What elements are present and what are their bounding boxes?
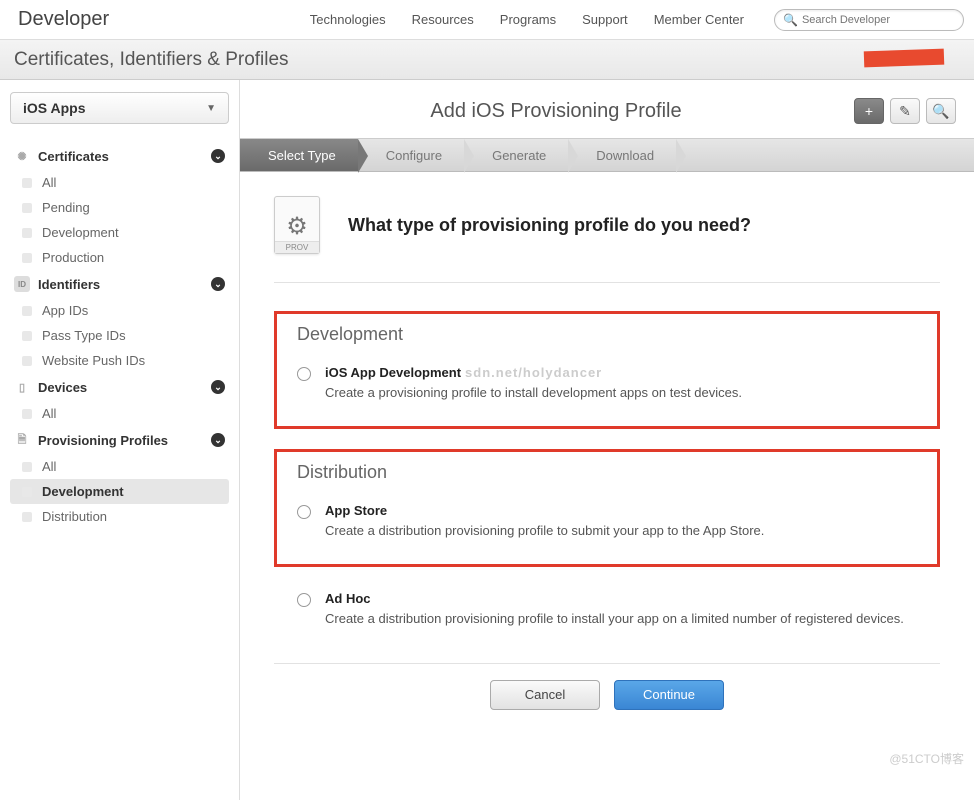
radio-icon[interactable] <box>297 593 311 607</box>
platform-label: iOS Apps <box>23 100 86 116</box>
cancel-button[interactable]: Cancel <box>490 680 600 710</box>
sidebar-group-provisioning[interactable]: 🗎 Provisioning Profiles ⌄ <box>10 426 229 454</box>
option-adhoc-wrap: Ad Hoc Create a distribution provisionin… <box>274 587 940 632</box>
sidebar-group-label: Identifiers <box>38 277 100 292</box>
edit-icon: ✎ <box>899 103 911 120</box>
gear-icon: ⚙ <box>286 212 308 241</box>
option-desc: Create a provisioning profile to install… <box>325 384 742 402</box>
chevron-down-icon: ⌄ <box>211 149 225 163</box>
prov-file-icon: ⚙ PROV <box>274 196 320 254</box>
sidebar-item-prov-development[interactable]: Development <box>10 479 229 504</box>
watermark-text: sdn.net/holydancer <box>465 365 602 380</box>
plus-icon: + <box>865 103 873 119</box>
sidebar-item-prov-all[interactable]: All <box>10 454 229 479</box>
top-nav: Developer Technologies Resources Program… <box>0 0 974 40</box>
option-desc: Create a distribution provisioning profi… <box>325 610 904 628</box>
sidebar-item-website-push-ids[interactable]: Website Push IDs <box>10 348 229 373</box>
option-title: iOS App Developmentsdn.net/holydancer <box>325 365 742 380</box>
sidebar-item-pending[interactable]: Pending <box>10 195 229 220</box>
content: Add iOS Provisioning Profile + ✎ 🔍 Selec… <box>240 80 974 800</box>
bullet-icon <box>22 487 32 497</box>
search-wrap[interactable]: 🔍 <box>774 9 964 31</box>
bullet-icon <box>22 331 32 341</box>
search-icon: 🔍 <box>932 103 949 120</box>
section-heading-development: Development <box>297 318 917 361</box>
continue-button[interactable]: Continue <box>614 680 724 710</box>
bullet-icon <box>22 512 32 522</box>
chevron-down-icon: ⌄ <box>211 433 225 447</box>
prov-badge: PROV <box>275 241 319 253</box>
bullet-icon <box>22 306 32 316</box>
profile-icon: 🗎 <box>14 432 30 448</box>
sidebar-group-certificates[interactable]: ✺ Certificates ⌄ <box>10 142 229 170</box>
sidebar-group-label: Devices <box>38 380 87 395</box>
nav-support[interactable]: Support <box>582 12 628 27</box>
sidebar: iOS Apps ▼ ✺ Certificates ⌄ All Pending … <box>0 80 240 800</box>
highlight-development: Development iOS App Developmentsdn.net/h… <box>274 311 940 429</box>
step-bar: Select Type Configure Generate Download <box>240 138 974 172</box>
sidebar-item-production[interactable]: Production <box>10 245 229 270</box>
section-heading-distribution: Distribution <box>297 456 917 499</box>
option-app-store[interactable]: App Store Create a distribution provisio… <box>297 499 917 544</box>
radio-icon[interactable] <box>297 505 311 519</box>
step-download[interactable]: Download <box>568 139 676 171</box>
highlight-distribution: Distribution App Store Create a distribu… <box>274 449 940 567</box>
platform-dropdown[interactable]: iOS Apps ▼ <box>10 92 229 124</box>
option-title: App Store <box>325 503 764 518</box>
content-tools: + ✎ 🔍 <box>854 98 956 124</box>
nav-resources[interactable]: Resources <box>412 12 474 27</box>
page-title: Certificates, Identifiers & Profiles <box>14 49 289 71</box>
content-title: Add iOS Provisioning Profile <box>258 100 854 123</box>
bullet-icon <box>22 228 32 238</box>
sidebar-item-all[interactable]: All <box>10 170 229 195</box>
radio-icon[interactable] <box>297 367 311 381</box>
nav-member-center[interactable]: Member Center <box>654 12 744 27</box>
option-title: Ad Hoc <box>325 591 904 606</box>
bullet-icon <box>22 409 32 419</box>
nav-technologies[interactable]: Technologies <box>310 12 386 27</box>
nav-links: Technologies Resources Programs Support … <box>310 12 744 27</box>
sidebar-item-devices-all[interactable]: All <box>10 401 229 426</box>
option-ios-app-development[interactable]: iOS App Developmentsdn.net/holydancer Cr… <box>297 361 917 406</box>
option-ad-hoc[interactable]: Ad Hoc Create a distribution provisionin… <box>297 587 920 632</box>
sidebar-item-pass-type-ids[interactable]: Pass Type IDs <box>10 323 229 348</box>
attribution: @51CTO博客 <box>889 750 964 767</box>
brand-label: Developer <box>18 8 109 31</box>
nav-programs[interactable]: Programs <box>500 12 556 27</box>
content-body: ⚙ PROV What type of provisioning profile… <box>240 172 974 750</box>
bullet-icon <box>22 462 32 472</box>
bullet-icon <box>22 178 32 188</box>
edit-button[interactable]: ✎ <box>890 98 920 124</box>
certificate-icon: ✺ <box>14 148 30 164</box>
question-row: ⚙ PROV What type of provisioning profile… <box>274 196 940 283</box>
sidebar-item-development[interactable]: Development <box>10 220 229 245</box>
account-redacted[interactable] <box>864 49 945 68</box>
sidebar-group-identifiers[interactable]: ID Identifiers ⌄ <box>10 270 229 298</box>
search-button[interactable]: 🔍 <box>926 98 956 124</box>
content-header: Add iOS Provisioning Profile + ✎ 🔍 <box>240 80 974 138</box>
search-input[interactable] <box>802 14 955 26</box>
sidebar-group-label: Certificates <box>38 149 109 164</box>
sidebar-item-app-ids[interactable]: App IDs <box>10 298 229 323</box>
footer-buttons: Cancel Continue <box>274 663 940 726</box>
chevron-down-icon: ⌄ <box>211 277 225 291</box>
sidebar-group-label: Provisioning Profiles <box>38 433 168 448</box>
bullet-icon <box>22 253 32 263</box>
option-desc: Create a distribution provisioning profi… <box>325 522 764 540</box>
search-icon: 🔍 <box>783 13 798 27</box>
chevron-down-icon: ⌄ <box>211 380 225 394</box>
device-icon: ▯ <box>14 379 30 395</box>
question-text: What type of provisioning profile do you… <box>348 215 751 236</box>
chevron-down-icon: ▼ <box>206 103 216 114</box>
page-header: Certificates, Identifiers & Profiles <box>0 40 974 80</box>
step-generate[interactable]: Generate <box>464 139 568 171</box>
bullet-icon <box>22 203 32 213</box>
step-select-type[interactable]: Select Type <box>240 139 358 171</box>
sidebar-item-prov-distribution[interactable]: Distribution <box>10 504 229 529</box>
id-icon: ID <box>14 276 30 292</box>
add-button[interactable]: + <box>854 98 884 124</box>
bullet-icon <box>22 356 32 366</box>
sidebar-group-devices[interactable]: ▯ Devices ⌄ <box>10 373 229 401</box>
step-configure[interactable]: Configure <box>358 139 464 171</box>
